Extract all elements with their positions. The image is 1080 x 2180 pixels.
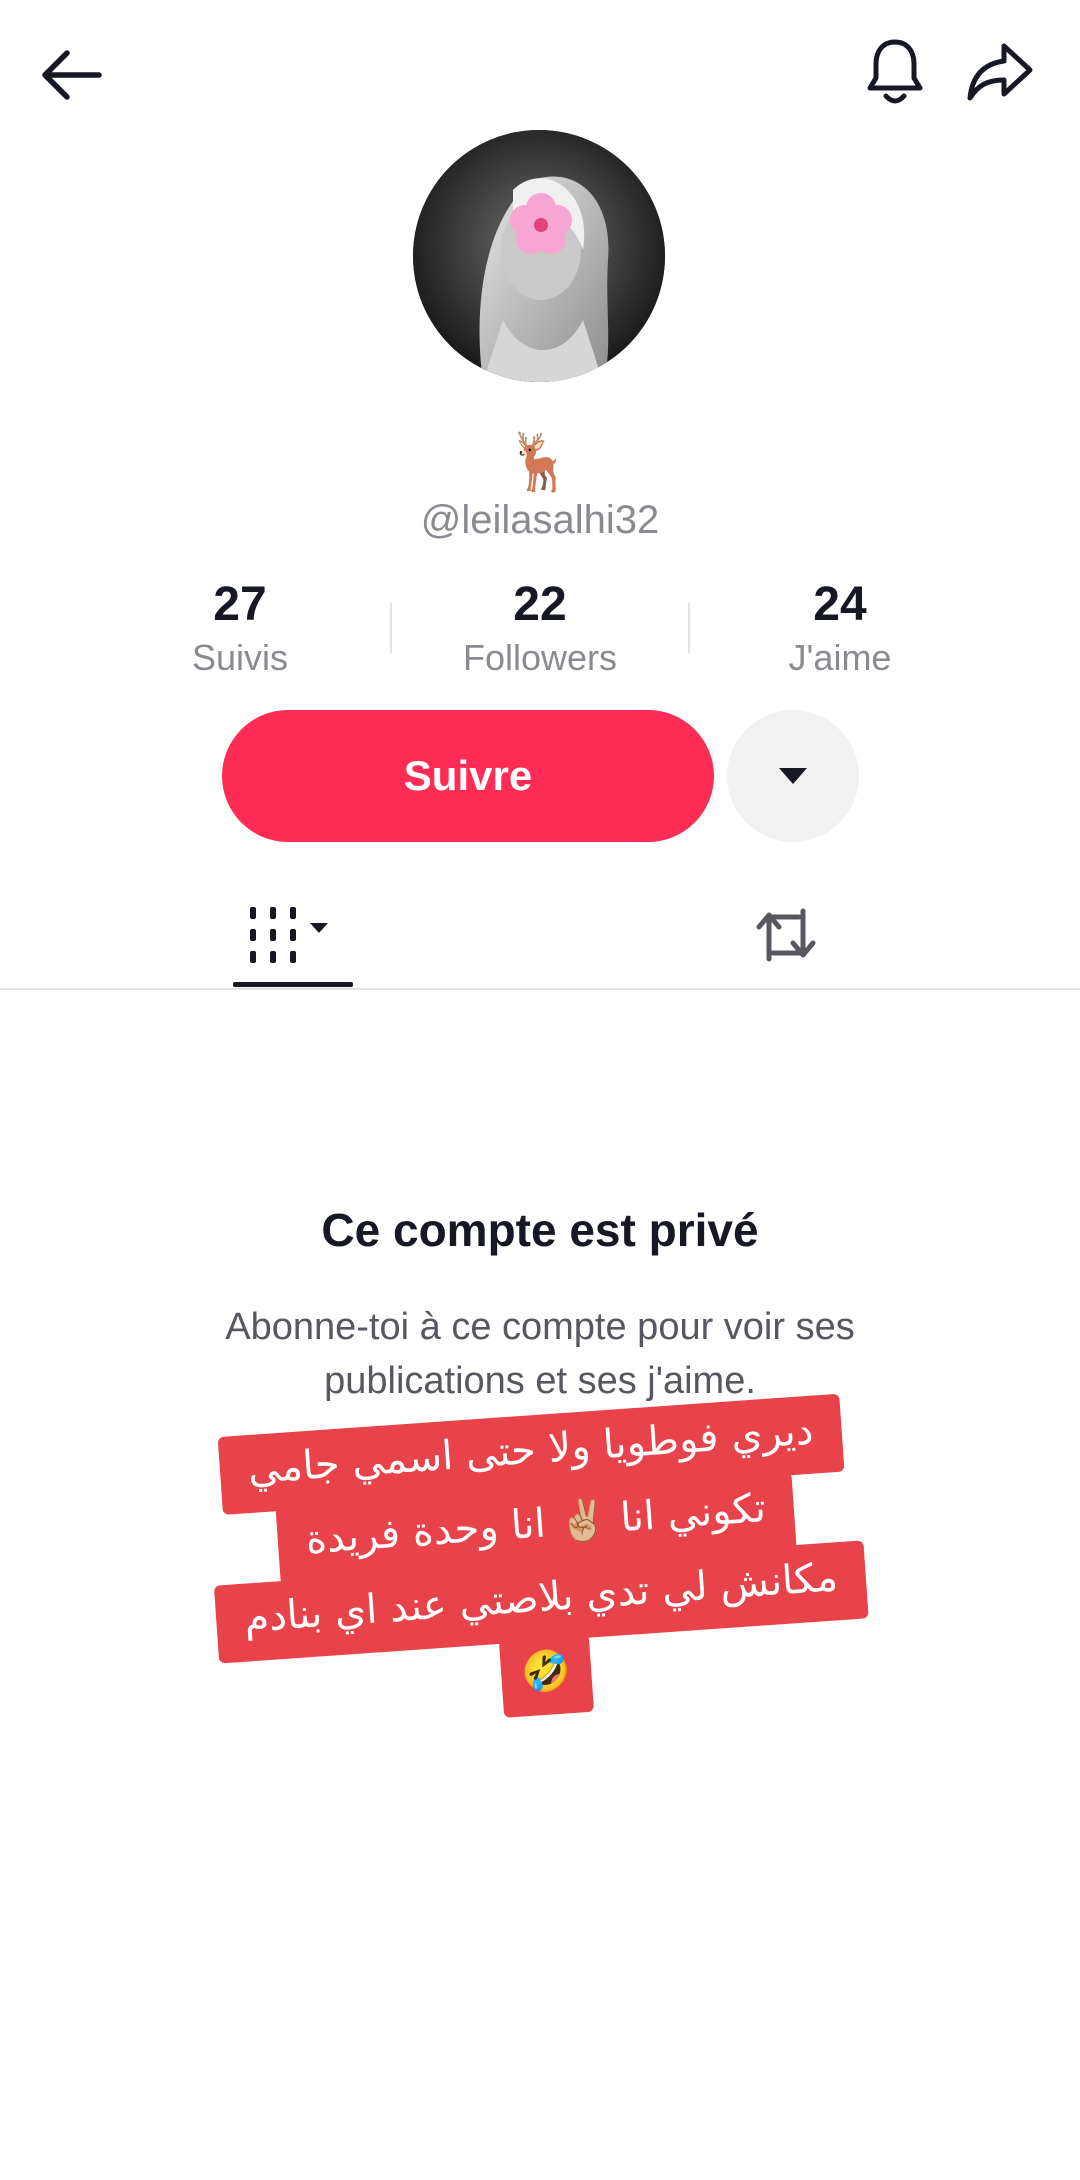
caret-down-icon <box>779 768 807 784</box>
tabs-divider <box>0 988 1080 990</box>
share-arrow-icon <box>967 43 1033 101</box>
bell-icon <box>867 39 923 104</box>
bio-emoji: 🦌 <box>505 430 575 493</box>
likes-label: J'aime <box>788 637 892 678</box>
back-button[interactable] <box>30 35 110 115</box>
stat-followers[interactable]: 22 Followers <box>390 575 690 685</box>
profile-photo <box>413 130 665 382</box>
repost-icon <box>756 908 816 962</box>
arrow-left-icon <box>42 50 102 100</box>
following-count: 27 <box>213 578 267 631</box>
private-account-title: Ce compte est privé <box>321 1204 759 1256</box>
more-options-button[interactable] <box>727 710 859 842</box>
tab-videos[interactable] <box>233 880 353 990</box>
likes-count: 24 <box>813 578 867 631</box>
followers-count: 22 <box>513 578 567 631</box>
stats-bar: 27 Suivis 22 Followers 24 J'aime <box>90 575 990 685</box>
stat-likes[interactable]: 24 J'aime <box>690 575 990 685</box>
follow-button[interactable]: Suivre <box>222 710 714 842</box>
grid-icon <box>250 907 328 963</box>
stat-divider <box>390 603 392 653</box>
share-button[interactable] <box>958 30 1042 114</box>
active-tab-indicator <box>233 982 353 987</box>
sticker-line: 🤣 <box>498 1633 594 1718</box>
avatar[interactable] <box>413 130 665 382</box>
stat-following[interactable]: 27 Suivis <box>90 575 390 685</box>
tab-reposts[interactable] <box>726 880 846 990</box>
following-label: Suivis <box>191 637 289 678</box>
notification-button[interactable] <box>853 30 937 114</box>
username: @leilasalhi32 <box>420 498 660 542</box>
followers-label: Followers <box>462 637 618 678</box>
text-sticker: ديري فوطويا ولا حتى اسمي جامي تكوني انا … <box>0 1368 1080 1792</box>
